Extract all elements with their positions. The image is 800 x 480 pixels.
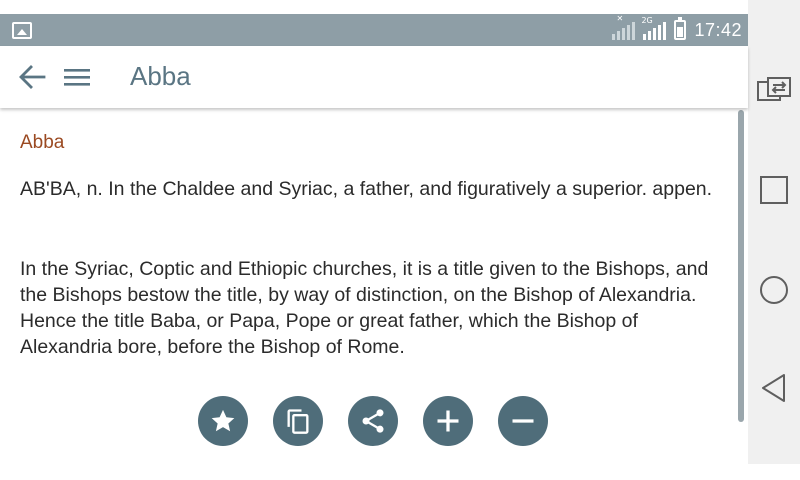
screen: ✕ 2G 17:42 Abba Abba AB'BA, n. In the Ch…	[0, 0, 800, 480]
definition-paragraph: In the Syriac, Coptic and Ethiopic churc…	[20, 258, 709, 358]
star-icon	[211, 409, 235, 432]
minus-icon	[512, 419, 534, 423]
action-buttons	[198, 396, 548, 446]
definition-paragraph: AB'BA, n. In the Chaldee and Syriac, a f…	[20, 178, 713, 200]
status-time: 17:42	[694, 19, 742, 40]
zoom-in-button[interactable]	[423, 396, 473, 446]
status-bar: ✕ 2G 17:42	[0, 14, 748, 46]
share-button[interactable]	[348, 396, 398, 446]
navigation-bar	[748, 0, 800, 464]
favorite-button[interactable]	[198, 396, 248, 446]
sim1-signal-icon: ✕	[612, 14, 636, 40]
gallery-notification-icon	[12, 22, 32, 39]
dual-window-icon[interactable]	[756, 73, 792, 109]
nav-back-icon[interactable]	[756, 370, 792, 406]
hamburger-menu-icon[interactable]	[64, 66, 90, 88]
page-title: Abba	[130, 61, 191, 91]
copy-button[interactable]	[273, 396, 323, 446]
plus-icon	[437, 410, 459, 432]
headword: Abba	[20, 132, 65, 153]
share-icon	[362, 409, 384, 433]
status-icons: ✕ 2G 17:42	[612, 14, 742, 46]
battery-icon	[674, 17, 687, 40]
copy-icon	[287, 409, 309, 434]
recent-apps-icon[interactable]	[756, 172, 792, 208]
sim2-signal-icon: 2G	[641, 16, 667, 40]
app-toolbar: Abba	[0, 46, 748, 108]
back-arrow-icon[interactable]	[18, 64, 46, 90]
zoom-out-button[interactable]	[498, 396, 548, 446]
scrollbar[interactable]	[738, 110, 744, 422]
home-icon[interactable]	[756, 272, 792, 308]
